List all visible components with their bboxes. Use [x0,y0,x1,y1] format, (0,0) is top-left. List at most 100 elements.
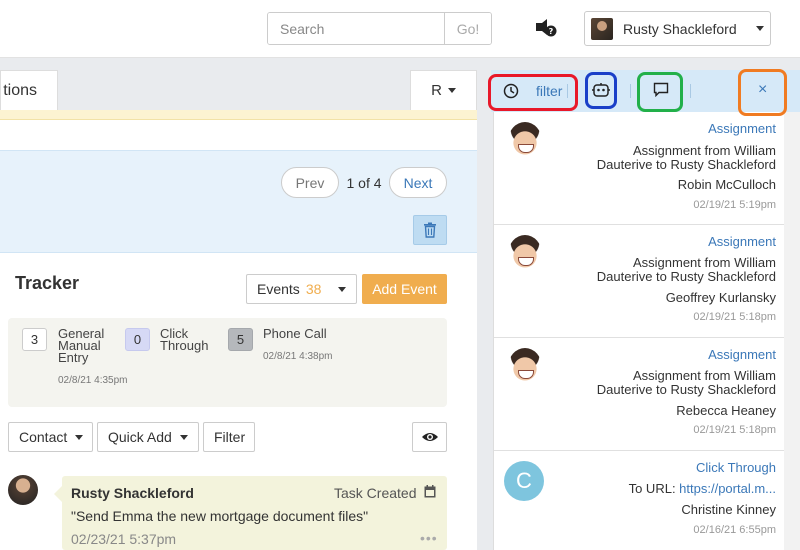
highlight-filter-group [488,74,578,111]
events-label: Events [257,281,300,297]
activity-timestamp: 02/19/21 5:18pm [693,424,776,436]
stat-label-line: Entry [58,350,89,365]
list-item[interactable]: Assignment Assignment from William Daute… [494,338,784,451]
stat-date: 02/8/21 4:35pm [58,375,128,386]
avatar [508,235,542,275]
quick-add-label: Quick Add [108,429,172,445]
visibility-toggle[interactable] [412,422,447,452]
page-info: 1 of 4 [346,174,382,191]
prev-button[interactable]: Prev [281,167,339,198]
avatar [508,348,542,388]
next-button[interactable]: Next [389,167,447,198]
stat-general-manual-entry: 3 General Manual Entry [22,327,104,365]
stat-label: Phone Call [263,326,327,351]
avatar [508,122,542,162]
quick-add-dropdown[interactable]: Quick Add [97,422,199,452]
content-strip [0,120,477,150]
events-count: 38 [305,281,322,297]
avatar-face [508,122,542,160]
avatar [591,17,613,40]
stat-label-line: Phone Call [263,326,327,341]
stat-count: 3 [22,328,47,351]
stat-count: 5 [228,328,253,351]
avatar [8,475,38,505]
search-go-button[interactable]: Go! [444,13,491,44]
events-dropdown[interactable]: Events 38 [246,274,357,304]
description-line: Assignment from William [632,255,776,270]
list-item[interactable]: Assignment Assignment from William Daute… [494,225,784,338]
activity-description: To URL: https://portal.m... [576,482,776,496]
chevron-down-icon [447,88,456,93]
tab-label: tions [3,81,37,99]
description-line: Dauterive to Rusty Shackleford [596,382,776,397]
url-prefix: To URL: [628,481,680,496]
task-author: Rusty Shackleford [71,485,194,501]
contact-name: Geoffrey Kurlansky [665,290,776,305]
user-menu-button[interactable]: Rusty Shackleford [584,11,771,46]
activity-feed-scrollbar[interactable] [784,112,800,550]
avatar: C [504,461,544,501]
task-body: "Send Emma the new mortgage document fil… [71,508,369,524]
chevron-down-icon [179,434,188,440]
contact-name: Rebecca Heaney [676,403,776,418]
calendar-icon [424,485,436,498]
list-item[interactable]: Assignment Assignment from William Daute… [494,112,784,225]
r-dropdown-button[interactable]: R [410,70,477,110]
notification-help-icon[interactable]: ? [535,18,557,38]
top-header: Go! ? Rusty Shackleford [0,0,800,58]
highlight-chat-button [637,72,683,112]
activity-type[interactable]: Assignment [708,234,776,249]
tracker-title: Tracker [15,273,80,293]
highlight-close-button [738,69,787,116]
description-line: Dauterive to Rusty Shackleford [596,157,776,172]
svg-text:?: ? [549,27,554,36]
stat-click-through: 0 Click Through [125,327,209,353]
stat-phone-call: 5 Phone Call [228,326,327,351]
chevron-down-icon [756,26,764,31]
eye-icon [421,433,438,441]
user-name: Rusty Shackleford [623,20,737,37]
r-button-label: R [431,82,442,99]
activity-timestamp: 02/19/21 5:19pm [693,199,776,211]
stat-label: General Manual Entry [58,327,104,365]
activity-type[interactable]: Assignment [708,347,776,362]
activity-description: Assignment from William Dauterive to Rus… [576,369,776,397]
trash-icon [424,222,436,238]
filter-button[interactable]: Filter [203,422,255,452]
task-type: Task Created [334,485,417,501]
activity-timestamp: 02/19/21 5:18pm [693,311,776,323]
highlight-robot-button [585,72,617,109]
delete-button[interactable] [413,215,447,245]
notice-strip [0,110,477,120]
contact-label: Contact [19,429,68,445]
search-box: Go! [267,12,492,45]
task-timestamp: 02/23/21 5:37pm [71,531,177,547]
activity-type[interactable]: Assignment [708,121,776,136]
stat-label: Click Through [160,327,209,353]
task-card-pointer [54,486,62,502]
activity-type[interactable]: Click Through [696,460,776,475]
url-link[interactable]: https://portal.m... [679,481,776,496]
list-item[interactable]: C Click Through To URL: https://portal.m… [494,451,784,550]
activity-description: Assignment from William Dauterive to Rus… [576,144,776,172]
add-event-button[interactable]: Add Event [362,274,447,304]
activity-timestamp: 02/16/21 6:55pm [693,524,776,536]
contact-name: Robin McCulloch [677,177,776,192]
pager: Prev 1 of 4 Next [281,167,447,198]
more-options-icon[interactable]: ••• [420,530,438,546]
stat-date: 02/8/21 4:38pm [263,351,333,362]
search-input[interactable] [268,13,444,44]
description-line: Assignment from William [632,368,776,383]
avatar-face [508,348,542,386]
activity-description: Assignment from William Dauterive to Rus… [576,256,776,284]
contact-dropdown[interactable]: Contact [8,422,93,452]
record-header-section [0,150,477,253]
avatar-face [508,235,542,273]
divider [690,84,691,98]
filter-label: Filter [214,429,246,445]
description-line: Assignment from William [632,143,776,158]
chevron-down-icon [338,286,346,292]
stat-label-line: Through [160,338,209,353]
tab-actions[interactable]: tions [0,70,58,110]
contact-name: Christine Kinney [681,502,776,517]
